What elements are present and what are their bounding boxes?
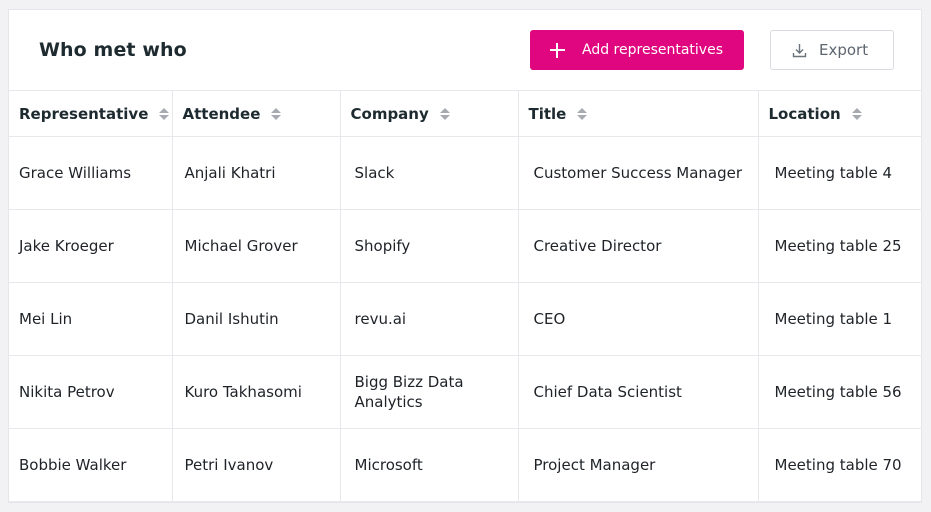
location-cell: Meeting table 25 xyxy=(758,209,922,283)
column-label: Attendee xyxy=(182,104,261,123)
card-header: Who met who Add representatives Export xyxy=(9,10,923,90)
attendee-cell: Danil Ishutin xyxy=(172,282,341,356)
column-label: Representative xyxy=(19,104,149,123)
column-header-attendee[interactable]: Attendee xyxy=(172,90,341,137)
add-representatives-label: Add representatives xyxy=(582,42,723,58)
company-cell: revu.ai xyxy=(340,282,519,356)
export-button[interactable]: Export xyxy=(770,30,894,70)
attendee-cell: Michael Grover xyxy=(172,209,341,283)
location-cell: Meeting table 70 xyxy=(758,428,922,502)
table-row: Jake Kroeger Michael Grover Shopify Crea… xyxy=(9,209,922,283)
attendee-cell: Petri Ivanov xyxy=(172,428,341,502)
company-cell: Microsoft xyxy=(340,428,519,502)
export-label: Export xyxy=(819,41,869,59)
title-cell: Creative Director xyxy=(518,209,759,283)
sort-icon[interactable] xyxy=(439,107,450,120)
column-header-representative[interactable]: Representative xyxy=(9,90,173,137)
table-row: Bobbie Walker Petri Ivanov Microsoft Pro… xyxy=(9,428,922,502)
representative-cell: Mei Lin xyxy=(9,282,173,356)
column-label: Title xyxy=(528,104,567,123)
table-row: Mei Lin Danil Ishutin revu.ai CEO Meetin… xyxy=(9,282,922,356)
attendee-cell: Anjali Khatri xyxy=(172,136,341,210)
company-cell: Shopify xyxy=(340,209,519,283)
title-cell: Project Manager xyxy=(518,428,759,502)
company-cell: Slack xyxy=(340,136,519,210)
table-row: Nikita Petrov Kuro Takhasomi Bigg Bizz D… xyxy=(9,355,922,429)
who-met-who-card: Who met who Add representatives Export R… xyxy=(8,9,922,503)
meetings-table: Representative Attendee Company Title Lo… xyxy=(9,90,922,502)
column-header-location[interactable]: Location xyxy=(758,90,922,137)
plus-icon xyxy=(550,42,565,58)
location-cell: Meeting table 1 xyxy=(758,282,922,356)
sort-icon[interactable] xyxy=(159,107,170,120)
page-title: Who met who xyxy=(39,39,187,61)
title-cell: Customer Success Manager xyxy=(518,136,759,210)
representative-cell: Grace Williams xyxy=(9,136,173,210)
column-header-company[interactable]: Company xyxy=(340,90,519,137)
sort-icon[interactable] xyxy=(851,107,862,120)
column-label: Location xyxy=(768,104,841,123)
add-representatives-button[interactable]: Add representatives xyxy=(530,30,744,70)
sort-icon[interactable] xyxy=(271,107,282,120)
column-label: Company xyxy=(350,104,429,123)
sort-icon[interactable] xyxy=(577,107,588,120)
table-header-row: Representative Attendee Company Title Lo… xyxy=(9,90,922,137)
download-icon xyxy=(792,43,807,57)
location-cell: Meeting table 4 xyxy=(758,136,922,210)
table-row: Grace Williams Anjali Khatri Slack Custo… xyxy=(9,136,922,210)
title-cell: Chief Data Scientist xyxy=(518,355,759,429)
representative-cell: Nikita Petrov xyxy=(9,355,173,429)
representative-cell: Jake Kroeger xyxy=(9,209,173,283)
attendee-cell: Kuro Takhasomi xyxy=(172,355,341,429)
column-header-title[interactable]: Title xyxy=(518,90,759,137)
representative-cell: Bobbie Walker xyxy=(9,428,173,502)
company-cell: Bigg Bizz Data Analytics xyxy=(340,355,519,429)
location-cell: Meeting table 56 xyxy=(758,355,922,429)
title-cell: CEO xyxy=(518,282,759,356)
